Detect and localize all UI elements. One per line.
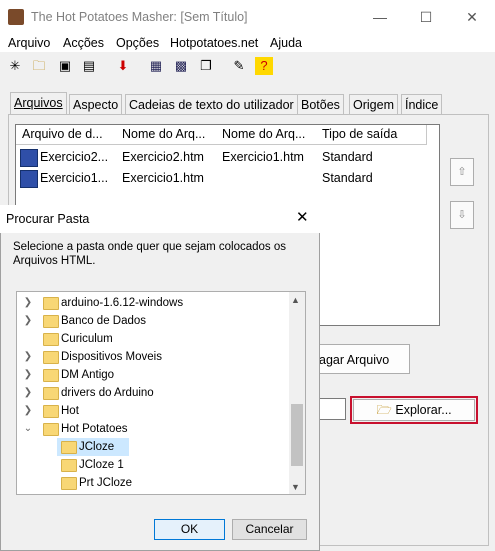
new-file-icon[interactable]: ✳	[6, 57, 24, 75]
chevron-right-icon[interactable]: ❯	[23, 348, 33, 366]
save-icon[interactable]: ▣	[56, 57, 74, 75]
app-icon	[8, 9, 24, 25]
folder-icon	[61, 477, 77, 490]
arrow-down-icon[interactable]: ⬇	[114, 57, 132, 75]
table-cell[interactable]: Standard	[322, 150, 373, 164]
tree-item-selected[interactable]: JCloze	[57, 438, 129, 456]
table-cell[interactable]: Exercicio1.htm	[122, 171, 204, 185]
menu-ajuda[interactable]: Ajuda	[270, 36, 302, 50]
column-header[interactable]: Arquivo de d...	[16, 125, 117, 145]
chevron-down-icon[interactable]: ⌄	[23, 420, 33, 438]
ok-button[interactable]: OK	[154, 519, 225, 540]
tree-label: Banco de Dados	[61, 315, 147, 327]
chevron-right-icon[interactable]: ❯	[23, 402, 33, 420]
window-title: The Hot Potatoes Masher: [Sem Título]	[31, 10, 248, 24]
menu-opcoes[interactable]: Opções	[116, 36, 159, 50]
tree-label: Prt JCloze	[79, 477, 133, 489]
maximize-icon[interactable]: ☐	[403, 0, 449, 34]
exercise-file-icon	[20, 170, 38, 188]
arrow-up-icon: ⇧	[457, 166, 467, 178]
folder-icon	[43, 351, 59, 364]
chevron-right-icon[interactable]: ❯	[23, 312, 33, 330]
copy-icon[interactable]: ❐	[197, 57, 215, 75]
menu-hotpotatoes-net[interactable]: Hotpotatoes.net	[170, 36, 258, 50]
tab-arquivos[interactable]: Arquivos	[10, 92, 67, 115]
tree-label: drivers do Arduino	[61, 387, 154, 399]
tree-label: Hot Potatoes	[61, 423, 128, 435]
close-icon[interactable]: ✕	[449, 0, 495, 34]
move-down-button[interactable]: ⇩	[450, 201, 474, 229]
tab-cadeias[interactable]: Cadeias de texto do utilizador	[125, 94, 298, 115]
column-header[interactable]: Nome do Arq...	[116, 125, 217, 145]
tab-botoes[interactable]: Botões	[297, 94, 344, 115]
delete-file-button[interactable]: agar Arquivo	[306, 344, 410, 374]
tree-label: DM Antigo	[61, 369, 115, 381]
dialog-description: Selecione a pasta onde quer que sejam co…	[13, 241, 286, 267]
tree-label: JCloze 1	[79, 459, 124, 471]
column-header[interactable]: Nome do Arq...	[216, 125, 317, 145]
chevron-right-icon[interactable]: ❯	[23, 384, 33, 402]
folder-icon	[43, 333, 59, 346]
table-cell[interactable]: Exercicio1.htm	[222, 150, 304, 164]
explore-label: Explorar...	[395, 403, 452, 417]
chevron-right-icon[interactable]: ❯	[23, 294, 33, 312]
chevron-right-icon[interactable]: ❯	[23, 366, 33, 384]
cancel-button[interactable]: Cancelar	[232, 519, 307, 540]
scroll-down-icon[interactable]: ▼	[291, 482, 300, 492]
save-as-icon[interactable]: ▤	[80, 57, 98, 75]
tree-label: Curiculum	[61, 333, 113, 345]
tree-label: Hot	[61, 405, 79, 417]
open-folder-icon: 🗁	[376, 403, 392, 417]
scroll-thumb[interactable]	[291, 404, 303, 466]
folder-icon	[43, 297, 59, 310]
build-all-icon[interactable]: ▩	[172, 57, 190, 75]
folder-icon	[43, 315, 59, 328]
open-folder-icon[interactable]: 🗀	[30, 57, 48, 75]
close-icon[interactable]: ✕	[296, 208, 309, 226]
tab-origem[interactable]: Origem	[349, 94, 398, 115]
exercise-file-icon	[20, 149, 38, 167]
table-cell[interactable]: Standard	[322, 171, 373, 185]
tab-indice[interactable]: Índice	[401, 94, 443, 115]
menu-arquivo[interactable]: Arquivo	[8, 36, 50, 50]
move-up-button[interactable]: ⇧	[450, 158, 474, 186]
table-cell[interactable]: Exercicio2.htm	[122, 150, 204, 164]
folder-tree[interactable]: ❯ arduino-1.6.12-windows ❯ Banco de Dados …	[16, 291, 306, 495]
folder-icon	[43, 387, 59, 400]
folder-icon	[61, 459, 77, 472]
column-header[interactable]: Tipo de saída	[316, 125, 427, 145]
tab-aspecto[interactable]: Aspecto	[69, 94, 123, 115]
table-cell[interactable]: Exercicio2...	[40, 150, 114, 164]
explore-button[interactable]: 🗁 Explorar...	[353, 399, 475, 421]
folder-icon	[61, 441, 77, 454]
help-icon[interactable]: ?	[255, 57, 273, 75]
tree-label: arduino-1.6.12-windows	[61, 297, 184, 309]
folder-icon	[43, 423, 59, 436]
menu-accoes[interactable]: Acções	[63, 36, 104, 50]
folder-icon	[43, 405, 59, 418]
table-cell[interactable]: Exercicio1...	[40, 171, 114, 185]
arrow-down-icon: ⇩	[457, 209, 467, 221]
tree-label: Dispositivos Moveis	[61, 351, 162, 363]
minimize-icon[interactable]: —	[357, 0, 403, 34]
edit-icon[interactable]: ✎	[230, 57, 248, 75]
build-icon[interactable]: ▦	[147, 57, 165, 75]
dialog-title: Procurar Pasta	[6, 212, 90, 226]
folder-icon	[43, 369, 59, 382]
scroll-up-icon[interactable]: ▲	[291, 295, 300, 305]
tree-label: JCloze	[79, 441, 115, 453]
